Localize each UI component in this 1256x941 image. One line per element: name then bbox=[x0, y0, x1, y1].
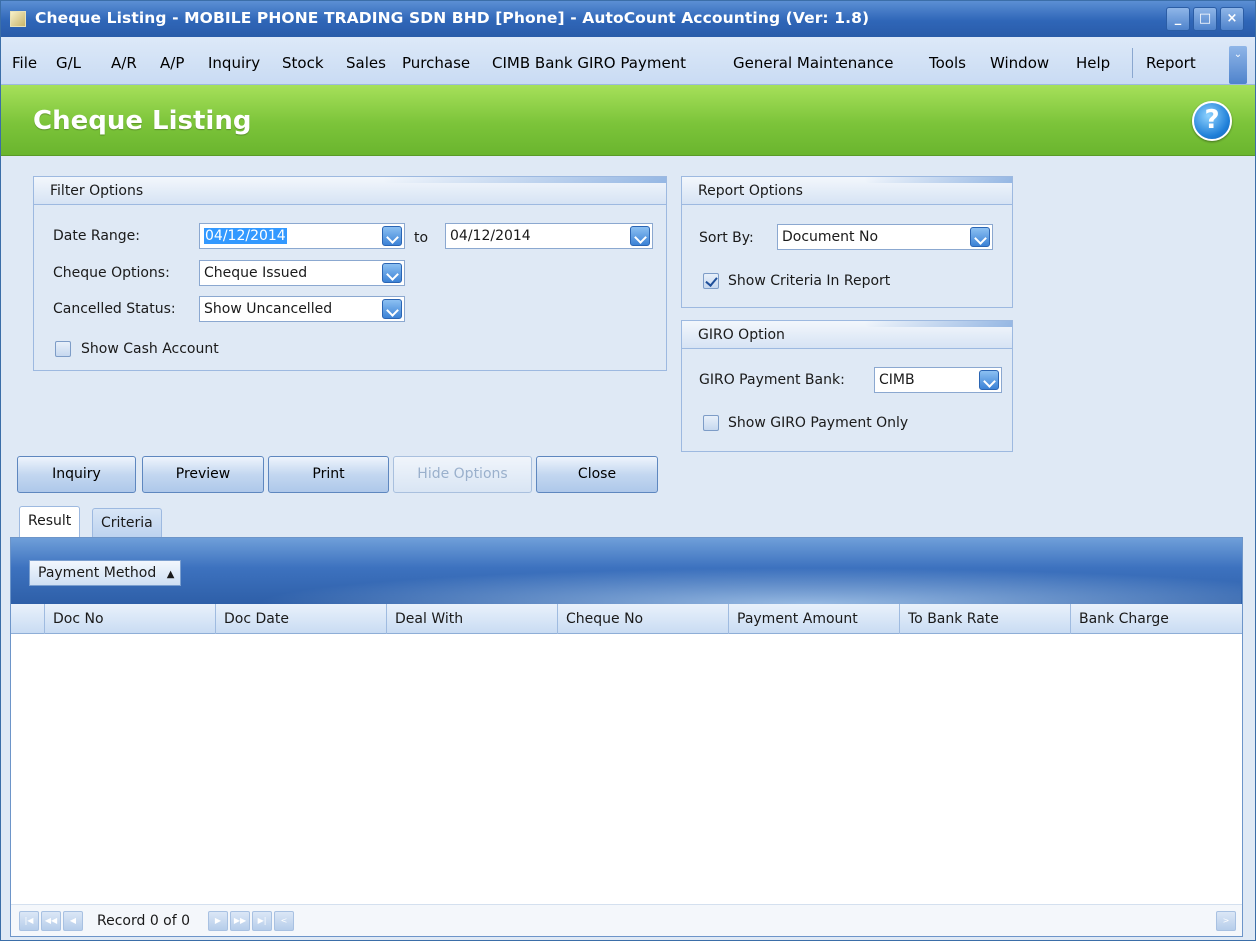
menu-inquiry[interactable]: Inquiry bbox=[208, 54, 260, 72]
scroll-left-icon[interactable]: < bbox=[274, 911, 294, 931]
show-cash-account-label[interactable]: Show Cash Account bbox=[81, 341, 219, 357]
print-button[interactable]: Print bbox=[268, 456, 389, 493]
giro-payment-bank-select[interactable]: CIMB bbox=[874, 367, 1002, 393]
date-from-value: 04/12/2014 bbox=[204, 228, 287, 244]
record-count: Record 0 of 0 bbox=[97, 913, 191, 929]
menu-general-maintenance[interactable]: General Maintenance bbox=[733, 54, 893, 72]
cancelled-status-value: Show Uncancelled bbox=[204, 301, 333, 317]
main-window: Cheque Listing - MOBILE PHONE TRADING SD… bbox=[0, 0, 1256, 941]
menu-separator bbox=[1132, 48, 1133, 78]
grid-body[interactable] bbox=[11, 635, 1242, 905]
show-criteria-checkbox[interactable] bbox=[703, 273, 719, 289]
cheque-options-select[interactable]: Cheque Issued bbox=[199, 260, 405, 286]
date-to-picker[interactable]: 04/12/2014 bbox=[445, 223, 653, 249]
cheque-options-value: Cheque Issued bbox=[204, 265, 308, 281]
group-by-panel[interactable] bbox=[11, 538, 1242, 604]
menu-window[interactable]: Window bbox=[990, 54, 1049, 72]
sort-ascending-icon: ▲ bbox=[166, 569, 175, 580]
menu-help[interactable]: Help bbox=[1076, 54, 1110, 72]
title-bar[interactable]: Cheque Listing - MOBILE PHONE TRADING SD… bbox=[1, 1, 1255, 37]
menu-tools[interactable]: Tools bbox=[929, 54, 966, 72]
chevron-down-icon[interactable] bbox=[979, 370, 999, 390]
minimize-icon[interactable]: _ bbox=[1166, 7, 1190, 31]
page-title: Cheque Listing bbox=[33, 106, 252, 136]
first-record-icon[interactable]: |◀ bbox=[19, 911, 39, 931]
chevron-down-icon[interactable] bbox=[970, 227, 990, 247]
window-title: Cheque Listing - MOBILE PHONE TRADING SD… bbox=[35, 9, 870, 27]
cancelled-status-label: Cancelled Status: bbox=[53, 301, 176, 317]
date-range-label: Date Range: bbox=[53, 228, 141, 244]
menu-file[interactable]: File bbox=[12, 54, 37, 72]
menu-purchase[interactable]: Purchase bbox=[402, 54, 470, 72]
close-icon[interactable]: × bbox=[1220, 7, 1244, 31]
column-header-bank-charge[interactable]: Bank Charge bbox=[1070, 604, 1242, 634]
menu-ar[interactable]: A/R bbox=[111, 54, 137, 72]
column-header-row: Doc No Doc Date Deal With Cheque No Paym… bbox=[11, 604, 1242, 634]
filter-options-title: Filter Options bbox=[34, 177, 666, 205]
record-navigator: |◀ ◀◀ ◀ Record 0 of 0 ▶ ▶▶ ▶| < > bbox=[11, 904, 1242, 936]
maximize-icon[interactable]: □ bbox=[1193, 7, 1217, 31]
giro-option-title: GIRO Option bbox=[682, 321, 1012, 349]
group-by-payment-method[interactable]: Payment Method ▲ bbox=[29, 560, 182, 586]
report-options-title: Report Options bbox=[682, 177, 1012, 205]
last-record-icon[interactable]: ▶| bbox=[252, 911, 272, 931]
tab-result[interactable]: Result bbox=[19, 506, 81, 537]
sort-by-value: Document No bbox=[782, 229, 879, 245]
next-page-icon[interactable]: ▶▶ bbox=[230, 911, 250, 931]
menu-cimb-giro[interactable]: CIMB Bank GIRO Payment bbox=[492, 54, 686, 72]
result-grid: Payment Method ▲ Doc No Doc Date Deal Wi… bbox=[10, 537, 1243, 937]
row-indicator-header bbox=[11, 604, 44, 634]
cheque-options-label: Cheque Options: bbox=[53, 265, 170, 281]
sort-by-select[interactable]: Document No bbox=[777, 224, 993, 250]
help-icon[interactable]: ? bbox=[1192, 101, 1232, 141]
column-header-to-bank-rate[interactable]: To Bank Rate bbox=[899, 604, 1070, 634]
column-header-doc-date[interactable]: Doc Date bbox=[215, 604, 386, 634]
menu-report[interactable]: Report bbox=[1146, 54, 1196, 72]
date-from-picker[interactable]: 04/12/2014 bbox=[199, 223, 405, 249]
giro-payment-bank-label: GIRO Payment Bank: bbox=[699, 372, 845, 388]
column-header-payment-amount[interactable]: Payment Amount bbox=[728, 604, 899, 634]
preview-button[interactable]: Preview bbox=[142, 456, 264, 493]
chevron-down-icon[interactable] bbox=[382, 299, 402, 319]
chevron-down-icon[interactable] bbox=[382, 226, 402, 246]
show-giro-payment-checkbox[interactable] bbox=[703, 415, 719, 431]
previous-record-icon[interactable]: ◀ bbox=[63, 911, 83, 931]
menu-sales[interactable]: Sales bbox=[346, 54, 386, 72]
show-giro-payment-label[interactable]: Show GIRO Payment Only bbox=[728, 415, 908, 431]
show-cash-account-checkbox[interactable] bbox=[55, 341, 71, 357]
show-criteria-label[interactable]: Show Criteria In Report bbox=[728, 273, 890, 289]
date-to-value: 04/12/2014 bbox=[450, 228, 531, 244]
chevron-down-icon[interactable] bbox=[630, 226, 650, 246]
chevron-down-icon[interactable] bbox=[382, 263, 402, 283]
close-button[interactable]: Close bbox=[536, 456, 658, 493]
column-header-doc-no[interactable]: Doc No bbox=[44, 604, 215, 634]
tab-criteria[interactable]: Criteria bbox=[92, 508, 162, 538]
column-header-cheque-no[interactable]: Cheque No bbox=[557, 604, 728, 634]
previous-page-icon[interactable]: ◀◀ bbox=[41, 911, 61, 931]
page-header: Cheque Listing bbox=[1, 85, 1255, 156]
menu-gl[interactable]: G/L bbox=[56, 54, 81, 72]
scroll-right-icon[interactable]: > bbox=[1216, 911, 1236, 931]
app-icon[interactable] bbox=[10, 11, 26, 27]
next-record-icon[interactable]: ▶ bbox=[208, 911, 228, 931]
menu-stock[interactable]: Stock bbox=[282, 54, 324, 72]
column-header-deal-with[interactable]: Deal With bbox=[386, 604, 557, 634]
date-to-label: to bbox=[414, 230, 429, 246]
menu-overflow-chevron-icon[interactable]: ⌄ bbox=[1229, 46, 1247, 84]
group-by-label: Payment Method bbox=[38, 565, 157, 581]
giro-payment-bank-value: CIMB bbox=[879, 372, 915, 388]
cancelled-status-select[interactable]: Show Uncancelled bbox=[199, 296, 405, 322]
inquiry-button[interactable]: Inquiry bbox=[17, 456, 136, 493]
menu-bar: File G/L A/R A/P Inquiry Stock Sales Pur… bbox=[1, 37, 1255, 85]
menu-ap[interactable]: A/P bbox=[160, 54, 184, 72]
sort-by-label: Sort By: bbox=[699, 230, 754, 246]
hide-options-button[interactable]: Hide Options bbox=[393, 456, 532, 493]
